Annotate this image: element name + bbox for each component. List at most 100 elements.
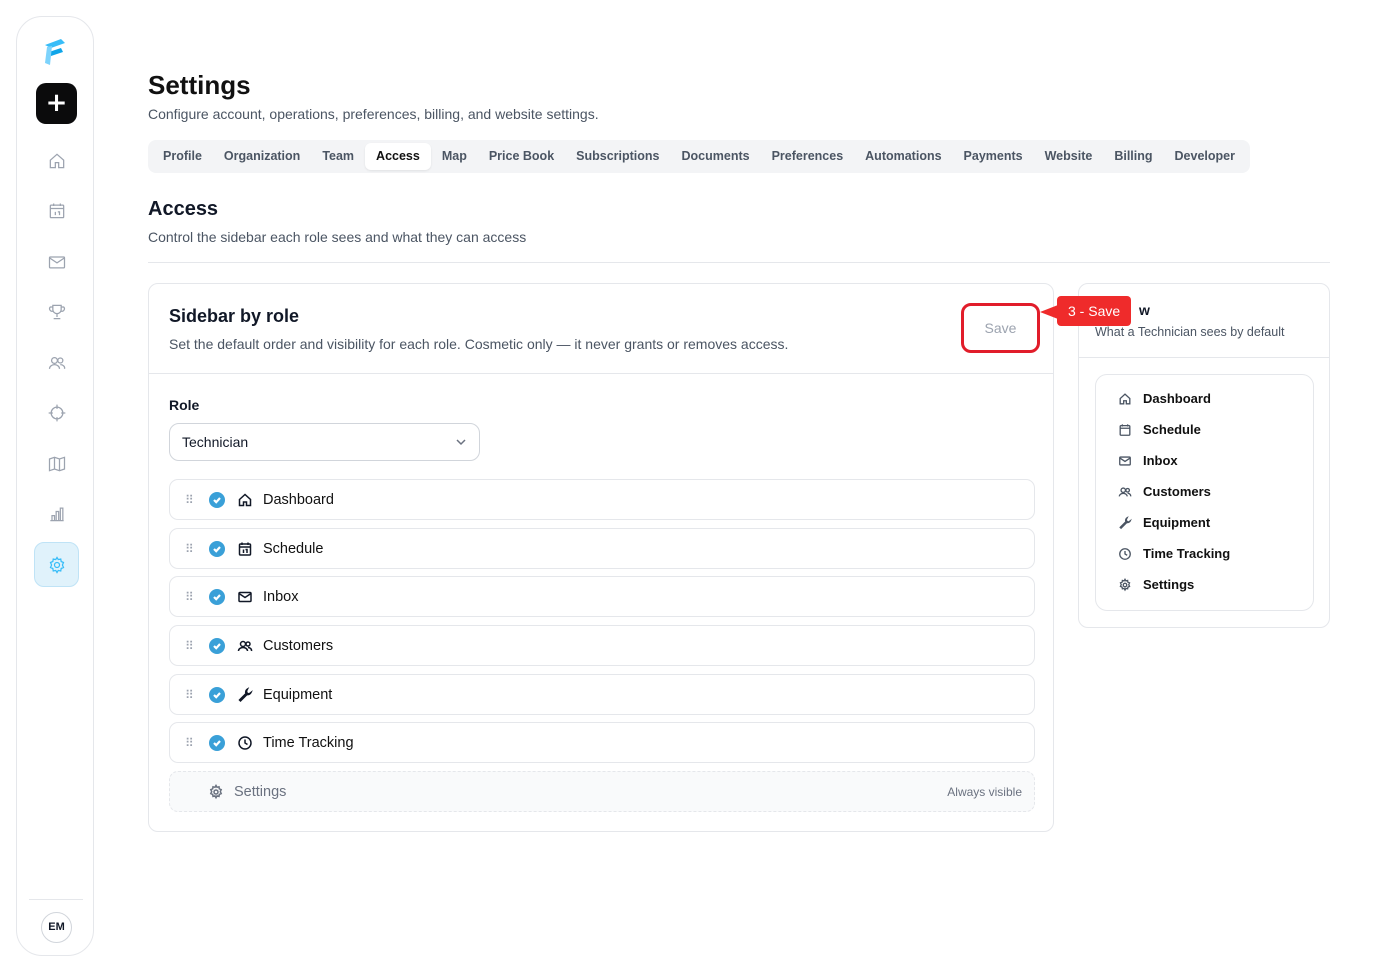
mail-icon	[48, 255, 65, 268]
gear-icon	[209, 783, 223, 799]
rail-dispatch-button[interactable]	[34, 390, 79, 435]
drag-handle-icon[interactable]: ⠿	[185, 591, 195, 603]
tab-documents[interactable]: Documents	[671, 143, 761, 170]
rail-inbox-button[interactable]	[34, 239, 79, 284]
rail-customers-button[interactable]	[34, 340, 79, 385]
map-icon	[48, 455, 65, 472]
role-select-value: Technician	[182, 434, 249, 450]
visibility-checkbox[interactable]	[209, 734, 225, 751]
rail-divider	[29, 899, 83, 900]
rail-reports-button[interactable]	[34, 491, 79, 536]
tab-price-book[interactable]: Price Book	[478, 143, 565, 170]
role-select[interactable]: Technician	[169, 423, 480, 461]
preview-item-label: Schedule	[1143, 422, 1201, 437]
sidebar-item-row[interactable]: ⠿ Time Tracking	[169, 722, 1035, 763]
preview-item-label: Time Tracking	[1143, 546, 1231, 561]
card-header: Sidebar by role Set the default order an…	[149, 284, 1053, 374]
home-icon	[1119, 392, 1131, 404]
clock-icon	[238, 735, 252, 750]
visibility-checkbox[interactable]	[209, 491, 225, 508]
preview-item-label: Inbox	[1143, 453, 1178, 468]
sidebar-item-label: Inbox	[263, 588, 299, 605]
tab-developer[interactable]: Developer	[1164, 143, 1246, 170]
preview-title: w	[1139, 302, 1150, 318]
preview-item-label: Settings	[1143, 577, 1195, 592]
rail-trophy-button[interactable]	[34, 289, 79, 334]
rail-home-button[interactable]	[34, 138, 79, 183]
preview-item: Customers	[1118, 484, 1211, 499]
preview-item-label: Customers	[1143, 484, 1211, 499]
sidebar-item-label: Equipment	[263, 686, 333, 703]
rail-schedule-button[interactable]	[34, 188, 79, 233]
preview-item-label: Equipment	[1143, 515, 1211, 530]
tab-payments[interactable]: Payments	[953, 143, 1034, 170]
tab-organization[interactable]: Organization	[213, 143, 311, 170]
sidebar-by-role-card: Sidebar by role Set the default order an…	[148, 283, 1054, 832]
crosshair-icon	[48, 404, 65, 421]
drag-handle-icon[interactable]: ⠿	[185, 640, 195, 652]
sidebar-item-label: Time Tracking	[263, 734, 354, 751]
visibility-checkbox[interactable]	[209, 540, 225, 557]
settings-tabs: Profile Organization Team Access Map Pri…	[148, 140, 1250, 173]
calendar-icon	[49, 203, 64, 218]
home-icon	[49, 153, 64, 168]
sidebar-item-label: Dashboard	[263, 491, 334, 508]
tab-preferences[interactable]: Preferences	[761, 143, 855, 170]
drag-handle-icon[interactable]: ⠿	[185, 494, 195, 506]
sidebar-item-label: Settings	[234, 783, 287, 800]
mail-icon	[1119, 455, 1131, 466]
users-icon	[237, 640, 253, 651]
preview-item: Equipment	[1118, 515, 1210, 530]
drag-handle-icon[interactable]: ⠿	[185, 543, 195, 555]
sidebar-item-row[interactable]: ⠿ Customers	[169, 625, 1035, 666]
page-title: Settings	[148, 70, 251, 100]
sidebar-item-row[interactable]: ⠿ Schedule	[169, 528, 1035, 569]
wrench-icon	[238, 686, 253, 702]
preview-sidebar-list: Dashboard Schedule Inbox Customers Equip…	[1095, 374, 1314, 611]
tab-profile[interactable]: Profile	[152, 143, 213, 170]
tab-map[interactable]: Map	[431, 143, 478, 170]
sidebar-item-row[interactable]: ⠿ Inbox	[169, 576, 1035, 617]
rail-map-button[interactable]	[34, 441, 79, 486]
section-title: Access	[148, 198, 219, 220]
tab-website[interactable]: Website	[1034, 143, 1104, 170]
drag-handle-icon[interactable]: ⠿	[185, 737, 195, 749]
preview-subtitle: What a Technician sees by default	[1095, 325, 1285, 339]
sidebar-item-row[interactable]: ⠿ Equipment	[169, 674, 1035, 715]
visibility-checkbox[interactable]	[209, 637, 225, 654]
chevron-down-icon	[456, 439, 466, 446]
step-callout: 3 - Save	[1057, 296, 1132, 326]
save-button[interactable]: Save	[961, 303, 1040, 353]
calendar-icon	[1119, 423, 1131, 436]
card-subtitle: Set the default order and visibility for…	[169, 336, 789, 352]
tab-billing[interactable]: Billing	[1103, 143, 1163, 170]
user-avatar[interactable]: EM	[41, 912, 72, 943]
section-divider	[148, 262, 1330, 263]
preview-item: Settings	[1118, 577, 1194, 592]
gear-icon	[49, 555, 64, 574]
callout-arrow	[1040, 305, 1058, 319]
sidebar-item-label: Customers	[263, 637, 334, 654]
sidebar-item-row[interactable]: ⠿ Dashboard	[169, 479, 1035, 520]
users-icon	[48, 356, 65, 369]
home-icon	[238, 492, 252, 506]
preview-item: Dashboard	[1118, 391, 1211, 406]
preview-item: Schedule	[1118, 422, 1201, 437]
drag-handle-icon[interactable]: ⠿	[185, 689, 195, 701]
rail-settings-button[interactable]	[34, 542, 79, 587]
role-label: Role	[169, 397, 200, 413]
logo-icon[interactable]	[39, 35, 73, 69]
tab-team[interactable]: Team	[311, 143, 365, 170]
tab-subscriptions[interactable]: Subscriptions	[565, 143, 670, 170]
calendar-icon	[238, 542, 252, 556]
trophy-icon	[48, 304, 65, 319]
tab-access[interactable]: Access	[365, 143, 431, 170]
app-sidebar: + EM	[16, 16, 94, 956]
visibility-checkbox[interactable]	[209, 588, 225, 605]
preview-item-label: Dashboard	[1143, 391, 1211, 406]
card-title: Sidebar by role	[169, 306, 300, 326]
create-new-button[interactable]: +	[36, 83, 77, 124]
tab-automations[interactable]: Automations	[854, 143, 952, 170]
always-visible-note: Always visible	[947, 784, 1022, 799]
visibility-checkbox[interactable]	[209, 686, 225, 703]
